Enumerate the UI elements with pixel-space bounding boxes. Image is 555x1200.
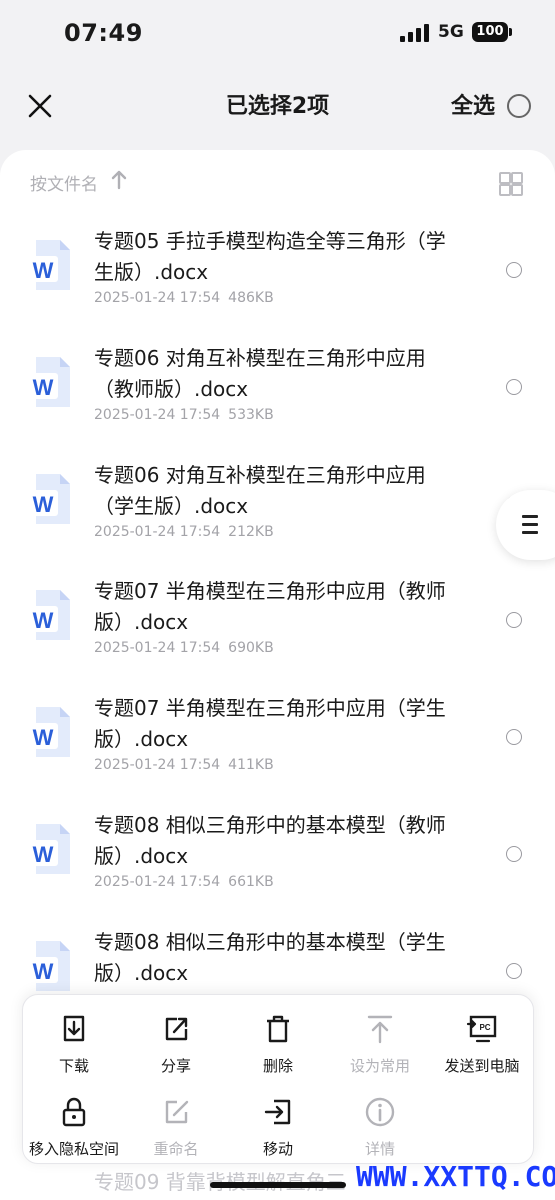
file-date: 2025-01-24 17:54: [94, 640, 221, 656]
send-to-pc-action-button[interactable]: PC 发送到电脑: [431, 1001, 533, 1081]
action-label: 分享: [160, 1057, 191, 1075]
select-radio[interactable]: [506, 379, 522, 395]
action-label: 详情: [364, 1140, 395, 1158]
rename-icon: [165, 1100, 189, 1124]
list-item[interactable]: W 专题06 对角互补模型在三角形中应用（学生版）.docx 2025-01-24 …: [0, 446, 555, 563]
file-date: 2025-01-24 17:54: [94, 757, 221, 773]
file-meta: 2025-01-24 17:54 411KB: [94, 757, 274, 773]
trash-action-button[interactable]: 删除: [227, 1001, 329, 1081]
download-action-button[interactable]: 下载: [23, 1001, 125, 1081]
file-meta: 2025-01-24 17:54 661KB: [94, 874, 274, 890]
svg-text:W: W: [33, 842, 54, 867]
file-name: 专题07 半角模型在三角形中应用（学生版）.docx: [94, 696, 446, 751]
select-radio[interactable]: [506, 612, 522, 628]
action-label: 重命名: [153, 1140, 199, 1158]
watermark: WWW.XXTTQ.COM: [356, 1160, 555, 1193]
svg-text:PC: PC: [479, 1023, 490, 1032]
pin-top-icon: [367, 1015, 393, 1044]
sort-by-name-button[interactable]: 按文件名: [30, 170, 127, 195]
info-icon: [365, 1097, 395, 1127]
action-label: 移动: [262, 1140, 293, 1158]
home-indicator: [210, 1182, 346, 1188]
file-size: 533KB: [228, 407, 274, 423]
svg-text:W: W: [33, 492, 54, 517]
list-item[interactable]: W 专题07 半角模型在三角形中应用（教师版）.docx 2025-01-24 17…: [0, 562, 555, 679]
select-radio[interactable]: [506, 262, 522, 278]
lock-action-button[interactable]: 移入隐私空间: [23, 1084, 125, 1164]
share-action-button[interactable]: 分享: [125, 1001, 227, 1081]
word-doc-icon: W: [28, 590, 70, 640]
selection-header: 已选择2项 全选: [0, 66, 555, 146]
select-radio[interactable]: [506, 729, 522, 745]
word-doc-icon: W: [28, 707, 70, 757]
network-type: 5G: [438, 22, 464, 42]
download-icon: [63, 1015, 85, 1042]
status-bar: 07:49 5G 100: [0, 0, 555, 66]
move-action-button[interactable]: 移动: [227, 1084, 329, 1164]
file-name: 专题08 相似三角形中的基本模型（教师版）.docx: [94, 813, 446, 868]
word-doc-icon: W: [28, 357, 70, 407]
file-size: 690KB: [228, 640, 274, 656]
word-doc-icon: W: [28, 824, 70, 874]
file-date: 2025-01-24 17:54: [94, 524, 221, 540]
list-item[interactable]: W 专题05 手拉手模型构造全等三角形（学生版）.docx 2025-01-24 1…: [0, 212, 555, 329]
file-date: 2025-01-24 17:54: [94, 407, 221, 423]
file-date: 2025-01-24 17:54: [94, 290, 221, 306]
share-icon: [165, 1017, 188, 1041]
file-name: 专题06 对角互补模型在三角形中应用（教师版）.docx: [94, 346, 426, 401]
select-all-button[interactable]: 全选: [451, 88, 495, 120]
action-label: 设为常用: [349, 1057, 410, 1075]
file-name: 专题07 半角模型在三角形中应用（教师版）.docx: [94, 579, 446, 634]
list-item[interactable]: W 专题06 对角互补模型在三角形中应用（教师版）.docx 2025-01-24 …: [0, 329, 555, 446]
arrow-up-icon: [111, 170, 127, 190]
file-size: 212KB: [228, 524, 274, 540]
send-to-pc-icon: PC: [466, 1015, 497, 1043]
status-time: 07:49: [64, 19, 143, 47]
list-item-partial: 专题09 背靠背模型解直角三: [94, 1170, 346, 1194]
word-doc-icon: W: [28, 941, 70, 991]
file-meta: 2025-01-24 17:54 690KB: [94, 640, 274, 656]
file-size: 486KB: [228, 290, 274, 306]
svg-text:W: W: [33, 258, 54, 283]
file-name: 专题06 对角互补模型在三角形中应用（学生版）.docx: [94, 463, 426, 518]
svg-text:W: W: [33, 725, 54, 750]
action-label: 发送到电脑: [444, 1057, 520, 1075]
file-name: 专题05 手拉手模型构造全等三角形（学生版）.docx: [94, 229, 446, 284]
file-name: 专题08 相似三角形中的基本模型（学生版）.docx: [94, 930, 446, 985]
action-panel: 下载 分享 删除 设为常用 PC 发送到电脑移入隐私空间 重命名 移动 详情: [22, 994, 534, 1164]
action-label: 下载: [58, 1057, 89, 1075]
pin-top-action-button: 设为常用: [329, 1001, 431, 1081]
signal-icon: [400, 24, 430, 42]
move-icon: [264, 1099, 291, 1125]
lock-icon: [62, 1097, 86, 1127]
select-radio[interactable]: [506, 846, 522, 862]
select-radio[interactable]: [506, 963, 522, 979]
list-item[interactable]: W 专题08 相似三角形中的基本模型（教师版）.docx 2025-01-24 17…: [0, 796, 555, 913]
file-meta: 2025-01-24 17:54 212KB: [94, 524, 274, 540]
action-label: 移入隐私空间: [28, 1140, 119, 1158]
word-doc-icon: W: [28, 240, 70, 290]
word-doc-icon: W: [28, 474, 70, 524]
sort-label: 按文件名: [30, 175, 98, 195]
action-label: 删除: [262, 1057, 293, 1075]
select-all-radio[interactable]: [507, 94, 531, 118]
list-item[interactable]: W 专题07 半角模型在三角形中应用（学生版）.docx 2025-01-24 17…: [0, 679, 555, 796]
info-action-button: 详情: [329, 1084, 431, 1164]
file-date: 2025-01-24 17:54: [94, 874, 221, 890]
svg-text:W: W: [33, 375, 54, 400]
file-size: 661KB: [228, 874, 274, 890]
file-size: 411KB: [228, 757, 274, 773]
file-meta: 2025-01-24 17:54 533KB: [94, 407, 274, 423]
trash-icon: [267, 1015, 289, 1043]
svg-text:W: W: [33, 959, 54, 984]
battery-icon: 100: [472, 22, 512, 42]
svg-text:W: W: [33, 608, 54, 633]
grid-view-icon[interactable]: [499, 172, 523, 196]
rename-action-button: 重命名: [125, 1084, 227, 1164]
file-meta: 2025-01-24 17:54 486KB: [94, 290, 274, 306]
